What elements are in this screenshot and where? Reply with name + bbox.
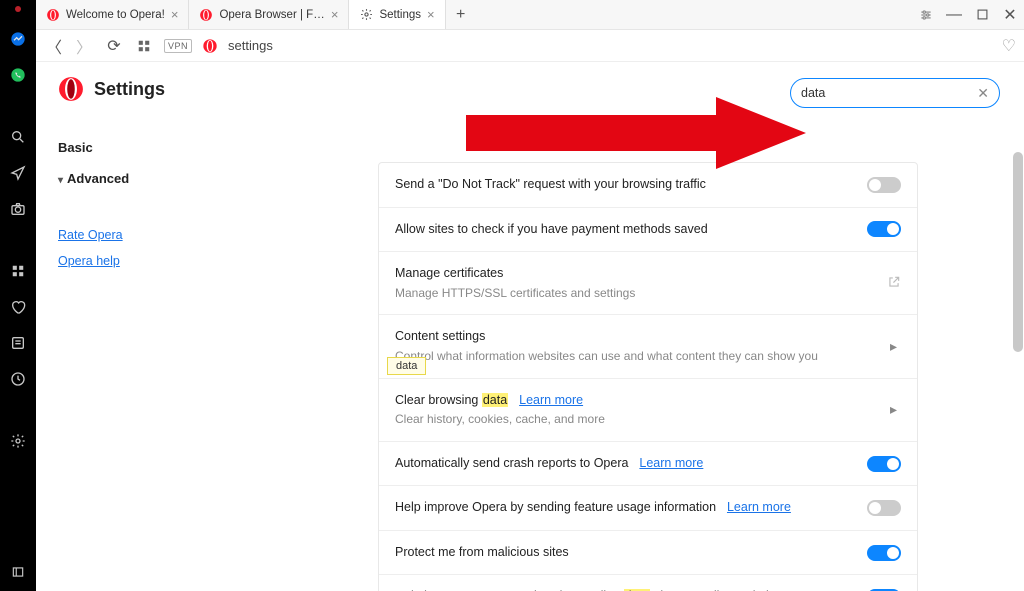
row-label: Allow sites to check if you have payment… (395, 221, 867, 239)
search-icon[interactable] (9, 128, 27, 146)
history-icon[interactable] (9, 370, 27, 388)
external-link-icon[interactable] (887, 275, 901, 292)
row-title: Content settings (395, 328, 886, 346)
tab-title: Welcome to Opera! (66, 9, 165, 21)
new-tab-button[interactable]: + (446, 0, 476, 29)
close-icon[interactable]: × (331, 7, 339, 22)
clear-icon[interactable]: ✕ (977, 85, 989, 102)
learn-more-link[interactable]: Learn more (639, 456, 703, 470)
malicious-toggle[interactable] (867, 545, 901, 561)
row-label: Protect me from malicious sites (395, 544, 867, 562)
gear-icon (359, 8, 373, 22)
opera-icon (202, 38, 218, 54)
row-label: Automatically send crash reports to Oper… (395, 455, 867, 473)
page-title: Settings (94, 79, 165, 100)
row-subtitle: Manage HTTPS/SSL certificates and settin… (395, 285, 887, 302)
sidebar-item-advanced[interactable]: Advanced (58, 163, 296, 194)
bookmark-heart-icon[interactable]: ♡ (1002, 36, 1016, 56)
row-label: Help improve Opera by sending feature us… (395, 499, 867, 517)
close-icon[interactable]: × (427, 7, 435, 22)
close-icon[interactable]: × (171, 7, 179, 22)
panel-toggle-icon[interactable] (9, 563, 27, 581)
settings-page: Settings ✕ Basic Advanced Rate Opera Ope… (36, 62, 1024, 591)
rate-opera-link[interactable]: Rate Opera (58, 222, 296, 248)
settings-gear-icon[interactable] (9, 432, 27, 450)
settings-panel: Send a "Do Not Track" request with your … (378, 162, 918, 591)
tab-title: Opera Browser | Faster, Sa (219, 9, 324, 21)
tooltip: data (387, 357, 426, 375)
settings-search-input[interactable] (801, 86, 977, 100)
forward-button[interactable]: 〉 (74, 36, 94, 56)
tab-settings[interactable]: Settings × (349, 0, 445, 29)
opera-help-link[interactable]: Opera help (58, 248, 296, 274)
tab-opera-site[interactable]: Opera Browser | Faster, Sa × (189, 0, 349, 29)
payment-toggle[interactable] (867, 221, 901, 237)
settings-search[interactable]: ✕ (790, 78, 1000, 108)
settings-sidebar: Basic Advanced Rate Opera Opera help (36, 62, 296, 591)
news-icon[interactable] (9, 334, 27, 352)
chevron-right-icon: ▸ (886, 401, 901, 418)
row-payment-methods: Allow sites to check if you have payment… (379, 208, 917, 253)
grid-icon[interactable] (9, 262, 27, 280)
learn-more-link[interactable]: Learn more (727, 500, 791, 514)
row-label: Send a "Do Not Track" request with your … (395, 176, 867, 194)
usage-toggle[interactable] (867, 500, 901, 516)
row-subtitle: Clear history, cookies, cache, and more (395, 411, 886, 428)
learn-more-link[interactable]: Learn more (519, 393, 583, 407)
row-usage-info: Help improve Opera by sending feature us… (379, 486, 917, 531)
messenger-icon[interactable] (9, 30, 27, 48)
dnt-toggle[interactable] (867, 177, 901, 193)
address-bar: 〈 〉 ⟳ VPN settings ♡ (36, 30, 1024, 62)
row-crash-reports: Automatically send crash reports to Oper… (379, 442, 917, 487)
window-maximize-button[interactable] (968, 0, 996, 30)
tab-welcome[interactable]: Welcome to Opera! × (36, 0, 189, 29)
tab-title: Settings (379, 9, 421, 21)
row-trending-data: Help improve Opera services by sending d… (379, 575, 917, 591)
vpn-badge[interactable]: VPN (164, 39, 192, 53)
reload-button[interactable]: ⟳ (104, 36, 124, 56)
row-clear-browsing-data[interactable]: data Clear browsing data Learn more Clea… (379, 379, 917, 442)
easy-setup-icon[interactable] (912, 0, 940, 30)
tab-strip: Welcome to Opera! × Opera Browser | Fast… (36, 0, 1024, 30)
row-do-not-track: Send a "Do Not Track" request with your … (379, 163, 917, 208)
opera-icon (46, 8, 60, 22)
opera-icon (199, 8, 213, 22)
row-malicious-sites: Protect me from malicious sites (379, 531, 917, 576)
row-title: Clear browsing data Learn more (395, 392, 886, 410)
settings-header: Settings (58, 76, 165, 102)
os-sidebar (0, 0, 36, 591)
row-title: Manage certificates (395, 265, 887, 283)
heart-icon[interactable] (9, 298, 27, 316)
speeddial-icon[interactable] (134, 36, 154, 56)
send-icon[interactable] (9, 164, 27, 182)
window-close-button[interactable]: ✕ (996, 0, 1024, 30)
opera-indicator-icon (15, 6, 21, 12)
chevron-right-icon: ▸ (886, 338, 901, 355)
crash-toggle[interactable] (867, 456, 901, 472)
camera-icon[interactable] (9, 200, 27, 218)
scrollbar-thumb[interactable] (1013, 152, 1023, 352)
back-button[interactable]: 〈 (44, 36, 64, 56)
whatsapp-icon[interactable] (9, 66, 27, 84)
sidebar-item-basic[interactable]: Basic (58, 132, 296, 163)
row-subtitle: Control what information websites can us… (395, 348, 886, 365)
url-text[interactable]: settings (228, 38, 992, 53)
window-minimize-button[interactable]: — (940, 0, 968, 30)
opera-logo-icon (58, 76, 84, 102)
row-manage-certificates[interactable]: Manage certificates Manage HTTPS/SSL cer… (379, 252, 917, 315)
row-content-settings[interactable]: Content settings Control what informatio… (379, 315, 917, 378)
